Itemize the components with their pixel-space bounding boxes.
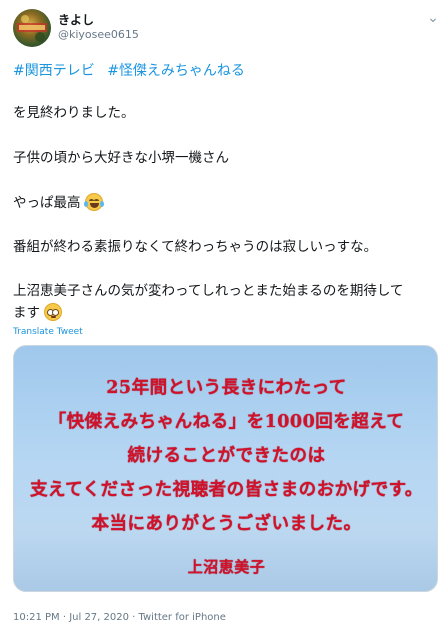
translate-tweet-link[interactable]: Translate Tweet xyxy=(13,327,83,337)
hashtag-link[interactable]: #関西テレビ xyxy=(13,63,95,79)
tweet-text-line: 番組が終わる素振りなくて終わっちゃうのは寂しいっすな。 xyxy=(13,239,378,255)
tweet-header: きよし @kiyosee0615 ⌄ xyxy=(13,9,439,49)
tweet-time[interactable]: 10:21 PM xyxy=(13,612,60,623)
pleading-face-emoji xyxy=(44,303,63,321)
avatar[interactable] xyxy=(13,9,51,47)
photo-caption-line: 支えてくださった視聴者の皆さまのおかげです。 xyxy=(30,480,423,500)
photo-caption-line: 25年間という長きにわたって xyxy=(106,378,347,398)
photo-signature: 上沼恵美子 xyxy=(187,558,266,576)
hashtag-row: #関西テレビ #怪傑えみちゃんねる xyxy=(13,60,253,80)
user-handle[interactable]: @kiyosee0615 xyxy=(58,28,139,41)
tears-of-joy-emoji xyxy=(83,193,104,211)
tweet-source[interactable]: Twitter for iPhone xyxy=(139,612,226,623)
tweet-text-line: やっぱ最高 xyxy=(13,191,104,211)
tweet-text: やっぱ最高 xyxy=(13,195,81,211)
tweet-photo[interactable]: 25年間という長きにわたって 「快傑えみちゃんねる」を1000回を超えて 続ける… xyxy=(13,345,438,592)
tweet-text: ます xyxy=(13,305,40,321)
more-icon[interactable]: ⌄ xyxy=(423,11,443,27)
tweet-meta: 10:21 PM · Jul 27, 2020 · Twitter for iP… xyxy=(13,612,226,623)
user-name[interactable]: きよし xyxy=(58,11,94,28)
tweet-text-line: 子供の頃から大好きな小堺一機さん xyxy=(13,150,229,166)
tweet-date[interactable]: Jul 27, 2020 xyxy=(69,612,129,623)
hashtag-link[interactable]: #怪傑えみちゃんねる xyxy=(107,63,245,79)
tweet-text-line: ます xyxy=(13,301,63,321)
tweet-text-line: を見終わりました。 xyxy=(13,105,135,121)
photo-caption-line: 「快傑えみちゃんねる」を1000回を超えて xyxy=(48,412,405,432)
tweet-text-line: 上沼恵美子さんの気が変わってしれっとまた始まるのを期待して xyxy=(13,283,404,299)
photo-caption-line: 続けることができたのは xyxy=(127,446,326,466)
photo-caption-line: 本当にありがとうございました。 xyxy=(91,514,362,534)
avatar-image xyxy=(17,15,47,42)
